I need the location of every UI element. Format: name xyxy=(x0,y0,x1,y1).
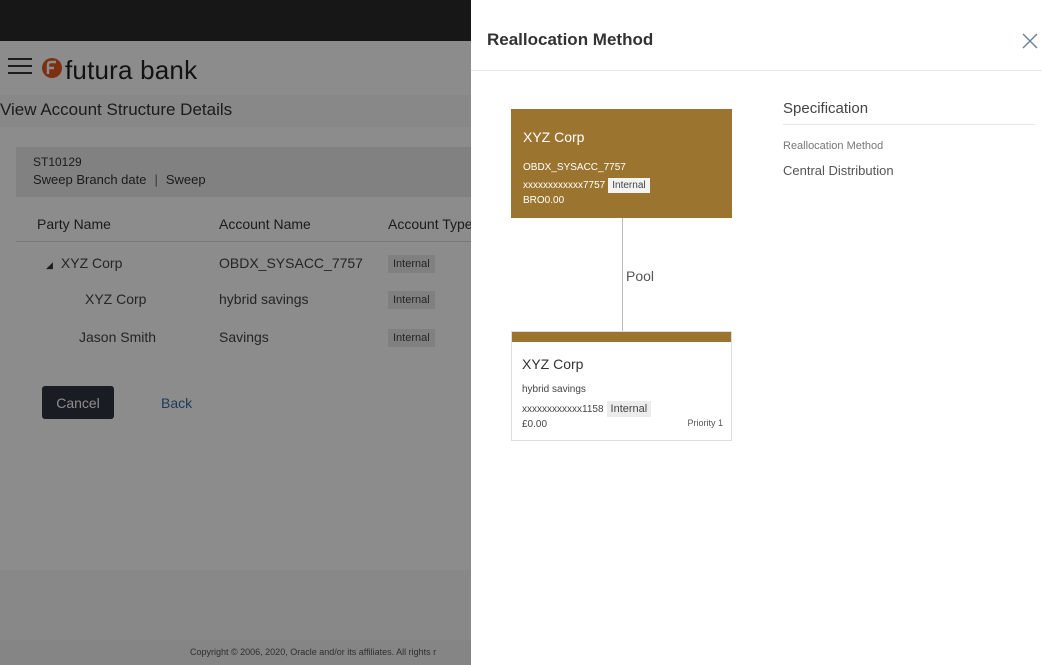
child-account-name: hybrid savings xyxy=(522,384,586,395)
panel-divider xyxy=(471,70,1042,71)
pool-label: Pool xyxy=(626,268,655,284)
tree-connector-line xyxy=(622,218,623,331)
child-account-node[interactable]: XYZ Corp hybrid savings xxxxxxxxxxxx1158… xyxy=(511,331,732,441)
child-account-number-row: xxxxxxxxxxxx1158 Internal xyxy=(522,401,652,417)
parent-account-number-row: xxxxxxxxxxxx7757 Internal xyxy=(523,178,650,193)
child-balance: £0.00 xyxy=(522,419,548,430)
close-icon[interactable] xyxy=(1021,32,1039,50)
specification-label: Reallocation Method xyxy=(783,140,884,152)
reallocation-method-panel: Reallocation Method XYZ Corp OBDX_SYSACC… xyxy=(471,0,1042,665)
panel-title: Reallocation Method xyxy=(487,30,654,49)
parent-balance: BRO0.00 xyxy=(523,195,565,206)
parent-account-node[interactable]: XYZ Corp OBDX_SYSACC_7757 xxxxxxxxxxxx77… xyxy=(511,109,732,218)
child-priority: Priority 1 xyxy=(687,418,723,428)
parent-account-type-badge: Internal xyxy=(608,178,650,193)
specification-value: Central Distribution xyxy=(783,163,894,178)
specification-divider xyxy=(783,124,1035,125)
child-account-number: xxxxxxxxxxxx1158 xyxy=(522,403,604,415)
child-party-name: XYZ Corp xyxy=(522,356,584,372)
child-account-type-badge: Internal xyxy=(606,401,652,417)
child-node-accent-bar xyxy=(512,332,731,342)
parent-account-name: OBDX_SYSACC_7757 xyxy=(523,162,626,173)
specification-heading: Specification xyxy=(783,100,869,117)
parent-account-number: xxxxxxxxxxxx7757 xyxy=(523,180,606,191)
parent-party-name: XYZ Corp xyxy=(523,129,585,145)
